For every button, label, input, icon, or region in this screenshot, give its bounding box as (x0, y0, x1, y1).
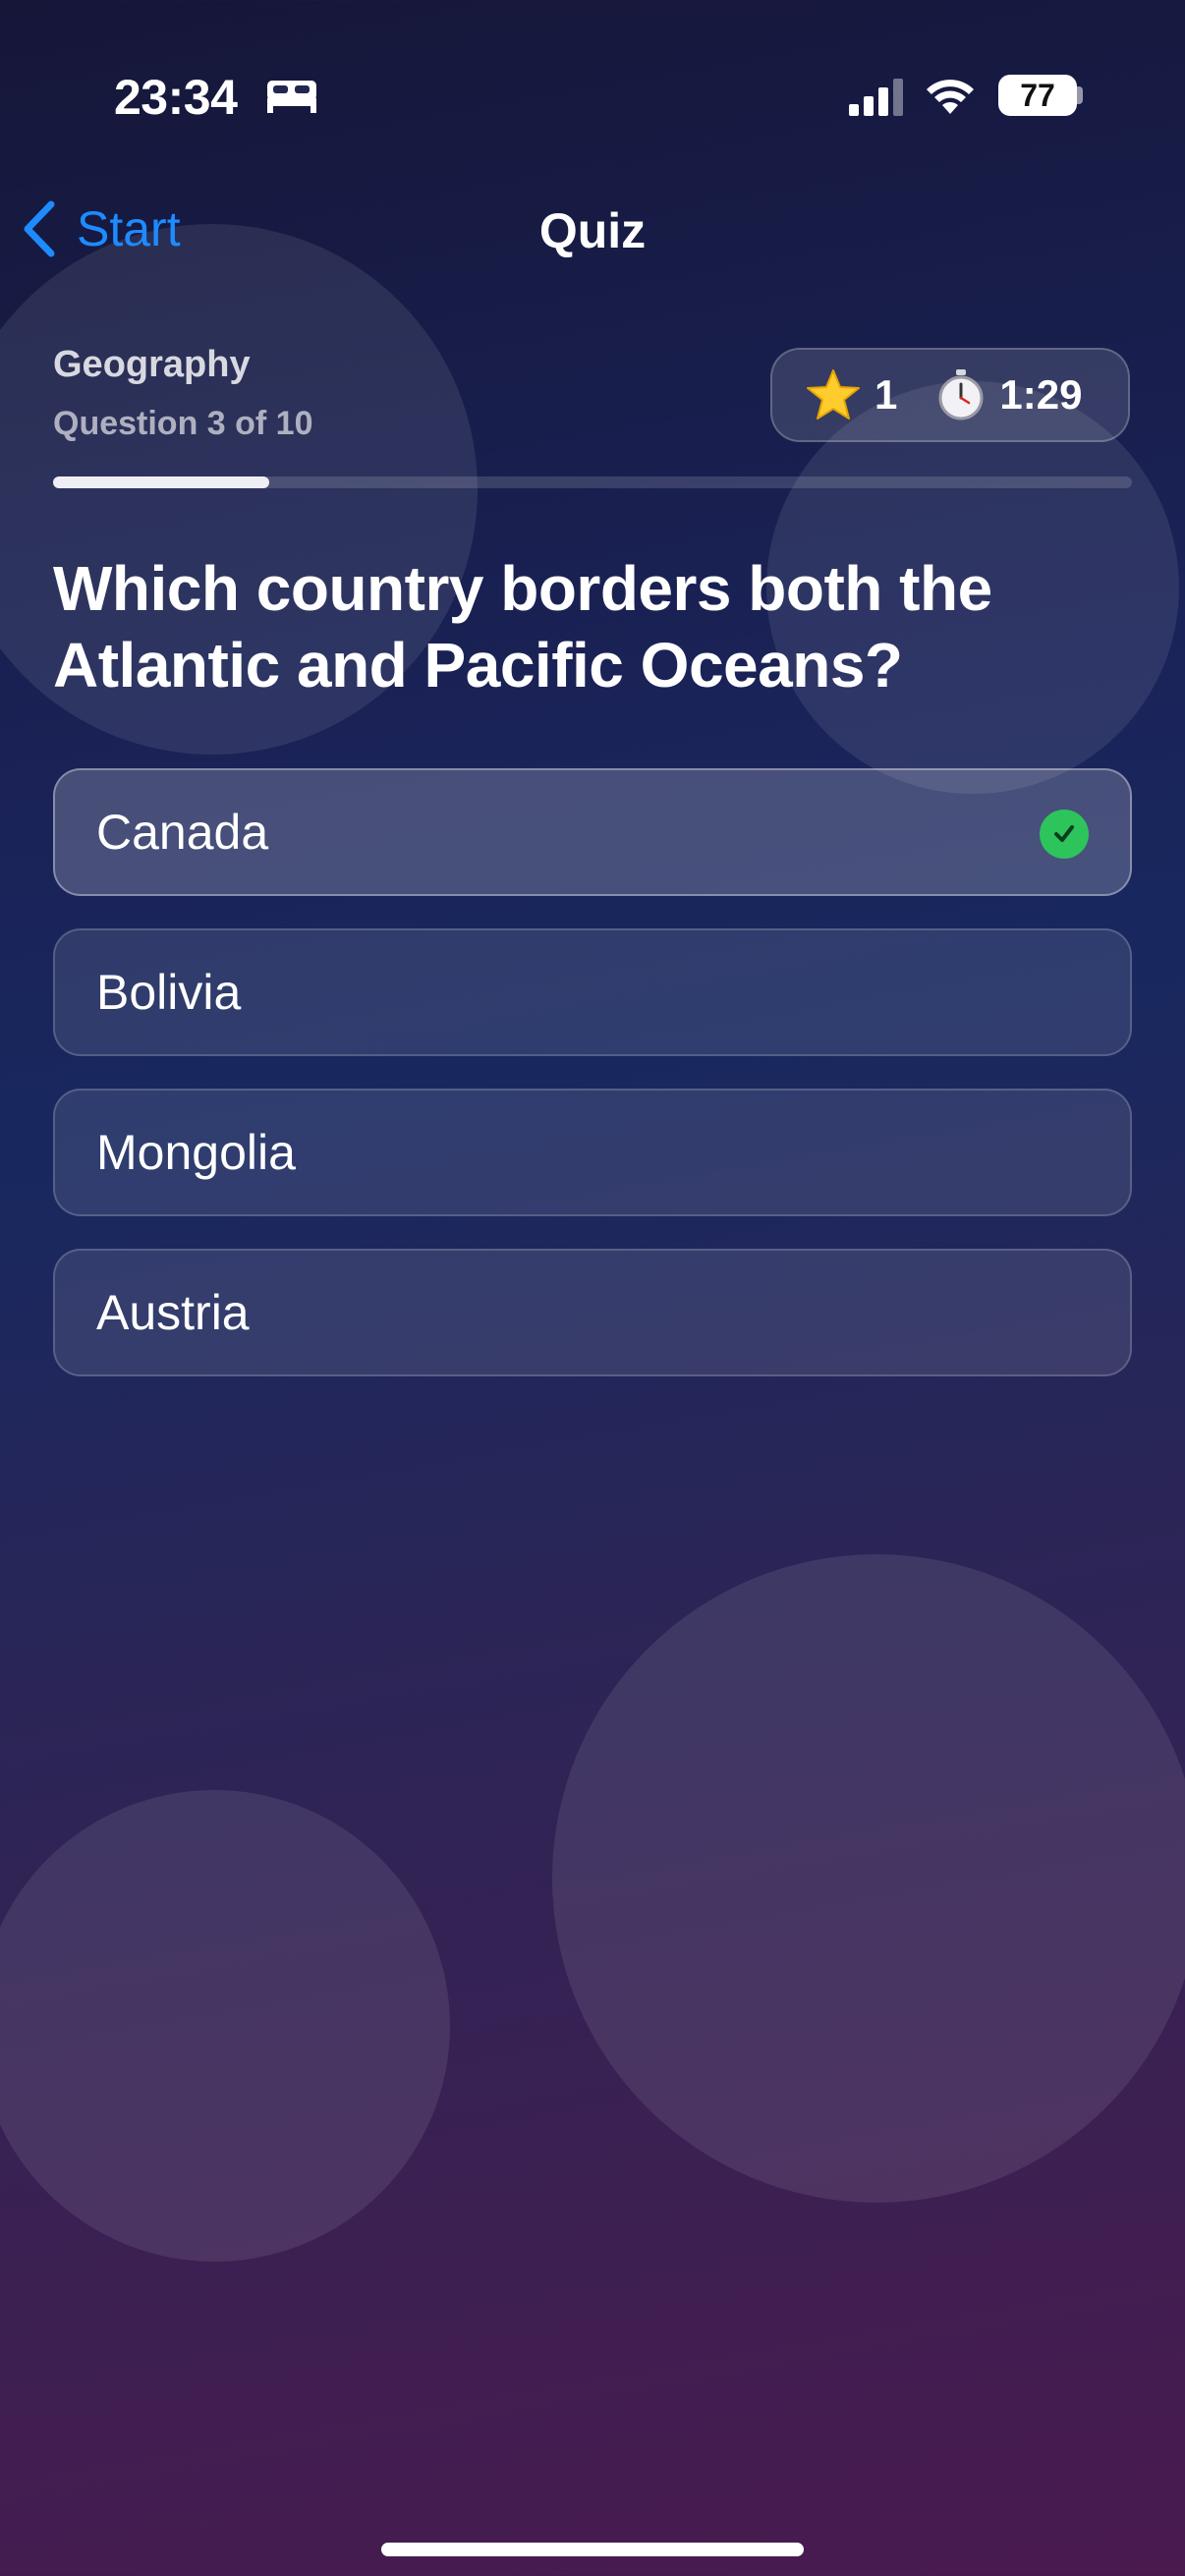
background-bubble (0, 1790, 450, 2262)
answer-label: Canada (96, 805, 269, 860)
checkmark-icon (1040, 810, 1089, 859)
home-indicator[interactable] (381, 2543, 804, 2556)
star-icon (807, 369, 860, 420)
answer-label: Bolivia (96, 965, 242, 1020)
status-time: 23:34 (114, 70, 238, 125)
bed-icon (267, 81, 316, 113)
quiz-progress-bar (53, 476, 1132, 488)
answer-list: Canada Bolivia Mongolia Austria (53, 768, 1132, 1409)
signal-icon (849, 79, 903, 116)
background-bubble (552, 1554, 1185, 2203)
stopwatch-icon (938, 369, 984, 420)
answer-label: Austria (96, 1285, 250, 1340)
question-counter: Question 3 of 10 (53, 405, 313, 442)
wifi-icon (927, 80, 974, 114)
answer-option[interactable]: Mongolia (53, 1089, 1132, 1216)
question-text: Which country borders both the Atlantic … (53, 553, 992, 700)
score-value: 1 (875, 371, 898, 418)
score-timer-pill: 1 1:29 (770, 348, 1130, 442)
answer-option[interactable]: Austria (53, 1249, 1132, 1376)
status-bar: 23:34 77 (0, 0, 1185, 196)
answer-label: Mongolia (96, 1125, 296, 1180)
battery-tip (1077, 86, 1083, 104)
timer-value: 1:29 (999, 371, 1083, 418)
page-title: Quiz (538, 203, 647, 258)
answer-option[interactable]: Canada (53, 768, 1132, 896)
quiz-progress-fill (53, 476, 269, 488)
answer-option[interactable]: Bolivia (53, 928, 1132, 1056)
quiz-category: Geography (53, 344, 251, 385)
battery-indicator: 77 (998, 75, 1077, 116)
